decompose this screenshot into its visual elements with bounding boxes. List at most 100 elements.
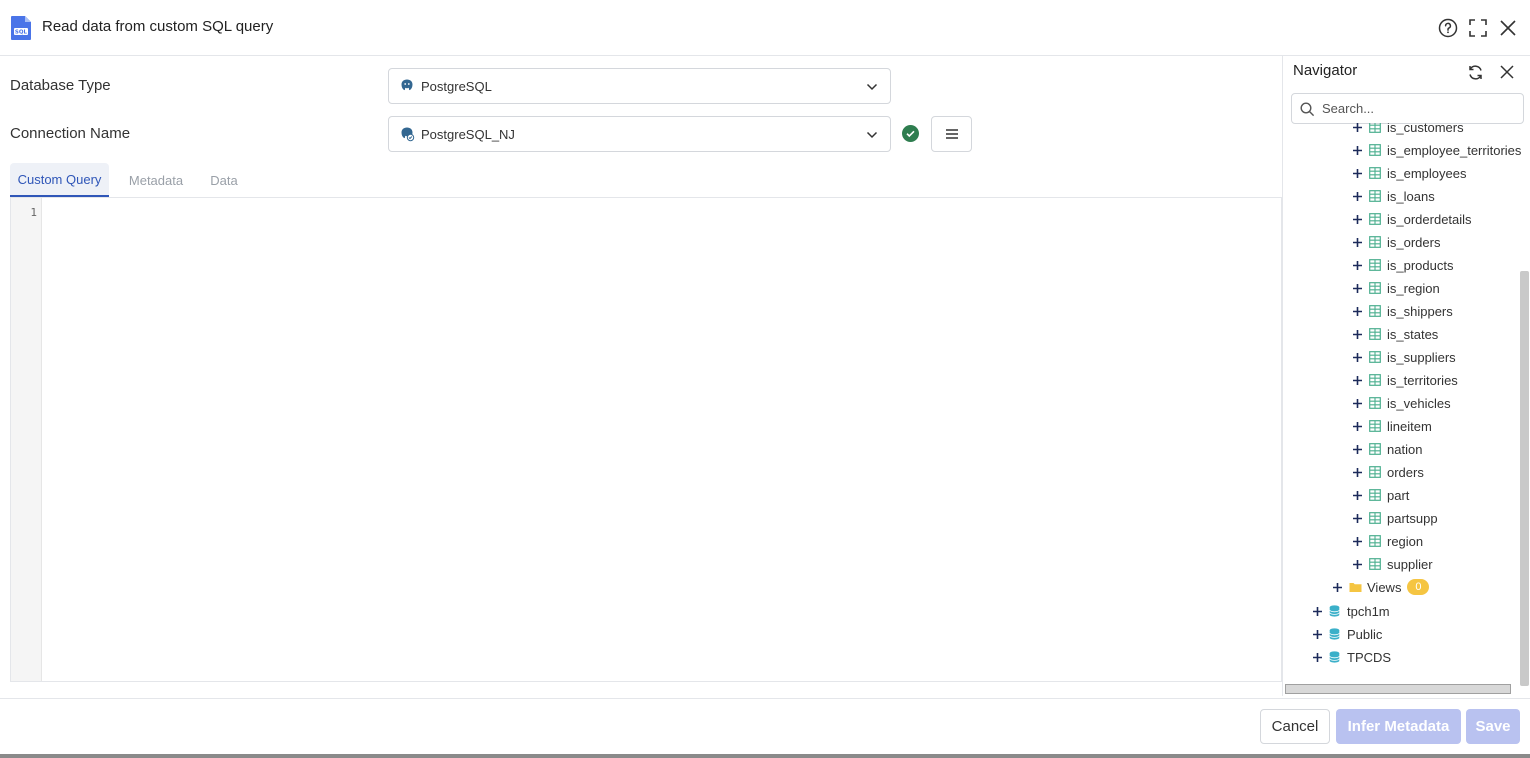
expand-plus-icon[interactable] xyxy=(1351,466,1363,478)
refresh-button[interactable] xyxy=(1466,63,1484,81)
table-icon xyxy=(1369,443,1381,455)
navigator-search[interactable] xyxy=(1291,93,1524,124)
hamburger-icon xyxy=(945,129,958,139)
tree-item-table[interactable]: is_customers xyxy=(1351,123,1464,137)
cancel-button[interactable]: Cancel xyxy=(1260,709,1330,744)
tree-item-label: partsupp xyxy=(1387,510,1438,526)
tab-custom-query[interactable]: Custom Query xyxy=(10,163,109,198)
table-icon xyxy=(1369,489,1381,501)
table-icon xyxy=(1369,374,1381,386)
tree-item-table[interactable]: supplier xyxy=(1351,554,1433,574)
expand-plus-icon[interactable] xyxy=(1351,213,1363,225)
expand-plus-icon[interactable] xyxy=(1351,305,1363,317)
expand-plus-icon[interactable] xyxy=(1351,558,1363,570)
navigator-horizontal-scrollbar[interactable] xyxy=(1285,684,1511,694)
tree-item-table[interactable]: orders xyxy=(1351,462,1424,482)
expand-plus-icon[interactable] xyxy=(1351,190,1363,202)
tab-data[interactable]: Data xyxy=(202,163,246,198)
navigator-title: Navigator xyxy=(1293,62,1358,79)
expand-plus-icon[interactable] xyxy=(1351,351,1363,363)
tree-item-table[interactable]: is_orderdetails xyxy=(1351,209,1472,229)
tree-item-label: Views xyxy=(1367,579,1402,595)
tree-item-table[interactable]: lineitem xyxy=(1351,416,1432,436)
editor-gutter: 1 xyxy=(11,198,42,681)
tree-item-table[interactable]: partsupp xyxy=(1351,508,1438,528)
table-icon xyxy=(1369,512,1381,524)
connection-menu-button[interactable] xyxy=(931,116,972,152)
connection-name-select[interactable]: PostgreSQL_NJ xyxy=(388,116,891,152)
tree-item-label: supplier xyxy=(1387,556,1433,572)
tree-item-label: lineitem xyxy=(1387,418,1432,434)
tree-item-label: is_states xyxy=(1387,326,1439,342)
tree-item-table[interactable]: nation xyxy=(1351,439,1422,459)
tree-item-label: is_suppliers xyxy=(1387,349,1456,365)
save-button[interactable]: Save xyxy=(1466,709,1520,744)
tree-item-label: Public xyxy=(1347,626,1383,642)
tree-item-schema[interactable]: Public xyxy=(1311,624,1382,644)
tree-item-table[interactable]: is_suppliers xyxy=(1351,347,1456,367)
connection-name-value: PostgreSQL_NJ xyxy=(421,126,515,142)
expand-plus-icon[interactable] xyxy=(1311,651,1323,663)
dialog-header: SQL Read data from custom SQL query xyxy=(0,0,1530,56)
infer-metadata-button[interactable]: Infer Metadata xyxy=(1336,709,1461,744)
expand-plus-icon[interactable] xyxy=(1351,259,1363,271)
tree-item-schema[interactable]: TPCDS xyxy=(1311,647,1391,667)
table-icon xyxy=(1369,305,1381,317)
expand-plus-icon[interactable] xyxy=(1311,628,1323,640)
tree-item-table[interactable]: is_states xyxy=(1351,324,1438,344)
chevron-down-icon xyxy=(866,131,878,139)
expand-plus-icon[interactable] xyxy=(1351,167,1363,179)
expand-plus-icon[interactable] xyxy=(1351,443,1363,455)
sql-editor[interactable]: 1 xyxy=(10,198,1282,682)
table-icon xyxy=(1369,397,1381,409)
expand-plus-icon[interactable] xyxy=(1351,420,1363,432)
expand-plus-icon[interactable] xyxy=(1351,123,1363,133)
help-button[interactable] xyxy=(1437,17,1459,39)
maximize-button[interactable] xyxy=(1467,17,1489,39)
expand-plus-icon[interactable] xyxy=(1351,397,1363,409)
database-type-value: PostgreSQL xyxy=(421,78,492,94)
expand-plus-icon[interactable] xyxy=(1351,512,1363,524)
expand-plus-icon[interactable] xyxy=(1351,374,1363,386)
expand-plus-icon[interactable] xyxy=(1351,535,1363,547)
tree-item-table[interactable]: is_territories xyxy=(1351,370,1458,390)
expand-plus-icon[interactable] xyxy=(1331,581,1343,593)
expand-plus-icon[interactable] xyxy=(1351,328,1363,340)
table-icon xyxy=(1369,282,1381,294)
tree-item-table[interactable]: is_products xyxy=(1351,255,1453,275)
tree-item-table[interactable]: is_employee_territories xyxy=(1351,140,1521,160)
sql-file-icon-text: SQL xyxy=(15,30,28,36)
database-icon xyxy=(1329,651,1341,663)
tree-item-table[interactable]: is_orders xyxy=(1351,232,1440,252)
expand-plus-icon[interactable] xyxy=(1351,144,1363,156)
tree-item-table[interactable]: part xyxy=(1351,485,1409,505)
table-icon xyxy=(1369,190,1381,202)
postgresql-icon xyxy=(401,79,413,91)
navigator-vertical-scrollbar[interactable] xyxy=(1520,271,1529,686)
expand-plus-icon[interactable] xyxy=(1311,605,1323,617)
tree-item-schema[interactable]: tpch1m xyxy=(1311,601,1390,621)
tree-item-table[interactable]: is_loans xyxy=(1351,186,1435,206)
tree-item-table[interactable]: is_region xyxy=(1351,278,1440,298)
tree-item-table[interactable]: region xyxy=(1351,531,1423,551)
close-dialog-button[interactable] xyxy=(1497,17,1519,39)
tree-item-views[interactable]: Views 0 xyxy=(1331,577,1430,597)
navigator-search-input[interactable] xyxy=(1322,101,1512,116)
table-icon xyxy=(1369,466,1381,478)
tree-item-table[interactable]: is_vehicles xyxy=(1351,393,1451,413)
close-navigator-button[interactable] xyxy=(1498,63,1516,81)
navigator-tree: is_customers is_employee_territories is_em… xyxy=(1283,123,1521,683)
expand-plus-icon[interactable] xyxy=(1351,489,1363,501)
tree-item-table[interactable]: is_shippers xyxy=(1351,301,1453,321)
expand-plus-icon[interactable] xyxy=(1351,282,1363,294)
tab-metadata[interactable]: Metadata xyxy=(118,163,194,198)
tree-item-table[interactable]: is_employees xyxy=(1351,163,1467,183)
expand-plus-icon[interactable] xyxy=(1351,236,1363,248)
database-icon xyxy=(1329,605,1341,617)
sql-file-icon: SQL xyxy=(11,16,31,40)
tree-item-label: is_employees xyxy=(1387,165,1467,181)
expand-icon xyxy=(1469,19,1487,37)
table-icon xyxy=(1369,420,1381,432)
table-icon xyxy=(1369,259,1381,271)
database-type-select[interactable]: PostgreSQL xyxy=(388,68,891,104)
